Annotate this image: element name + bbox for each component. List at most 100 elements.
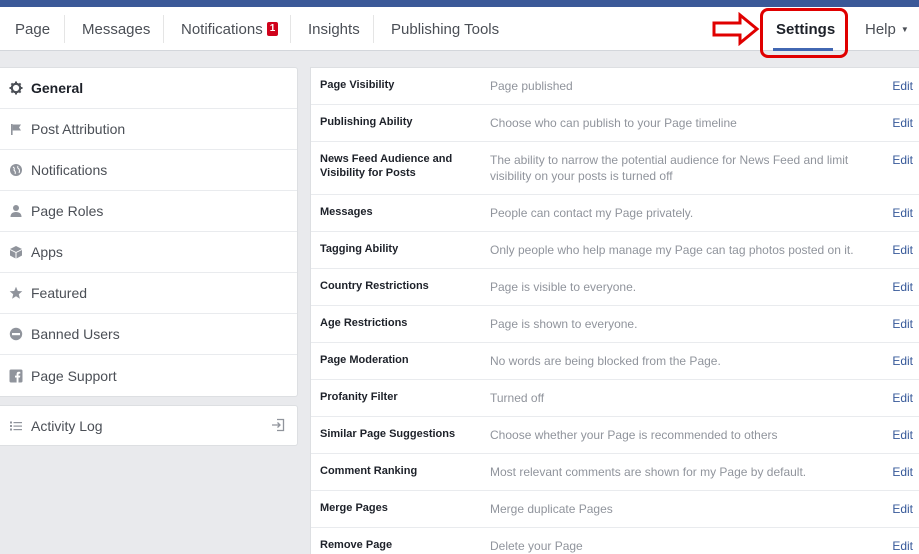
list-icon	[8, 418, 24, 434]
setting-label: Tagging Ability	[320, 243, 399, 255]
nav-divider	[163, 15, 164, 43]
general-settings-table: Page Visibility Page published Edit Publish…	[310, 67, 919, 554]
nav-help[interactable]: Help ▼	[865, 7, 909, 51]
setting-value: Merge duplicate Pages	[490, 502, 613, 516]
edit-link[interactable]: Edit	[892, 390, 913, 406]
settings-row-age-restrictions[interactable]: Age Restrictions Page is shown to everyon…	[311, 306, 919, 343]
setting-value: Delete your Page	[490, 539, 583, 553]
sidebar-item-notifications[interactable]: Notifications	[0, 150, 297, 191]
nav-page[interactable]: Page	[15, 7, 50, 51]
nav-notifications[interactable]: Notifications 1	[181, 7, 279, 51]
nav-divider	[373, 15, 374, 43]
sidebar-item-label: Featured	[31, 285, 88, 301]
setting-label: Page Moderation	[320, 354, 409, 366]
annotation-highlight-box	[760, 8, 848, 58]
cube-icon	[8, 244, 24, 260]
setting-value: Turned off	[490, 391, 545, 405]
notification-count-badge: 1	[266, 22, 279, 36]
setting-value: Page is visible to everyone.	[490, 280, 637, 294]
settings-row-news-feed-audience-and-visibility-for-posts[interactable]: News Feed Audience and Visibility for Po…	[311, 142, 919, 195]
sidebar-item-label: Page Roles	[31, 203, 104, 219]
setting-value: Most relevant comments are shown for my …	[490, 465, 807, 479]
edit-link[interactable]: Edit	[892, 205, 913, 221]
globe-icon	[8, 162, 24, 178]
setting-value: The ability to narrow the potential audi…	[490, 153, 849, 183]
sidebar-item-label: Post Attribution	[31, 121, 126, 137]
setting-value: Choose who can publish to your Page time…	[490, 116, 737, 130]
sidebar-item-page-roles[interactable]: Page Roles	[0, 191, 297, 232]
setting-label: Country Restrictions	[320, 280, 429, 292]
settings-row-merge-pages[interactable]: Merge Pages Merge duplicate Pages Edit	[311, 491, 919, 528]
caret-down-icon: ▼	[900, 24, 909, 34]
sidebar-item-general[interactable]: General	[0, 68, 297, 109]
sidebar-item-activity-log[interactable]: Activity Log	[0, 406, 297, 445]
settings-row-remove-page[interactable]: Remove Page Delete your Page Edit	[311, 528, 919, 554]
annotation-arrow-icon	[712, 12, 760, 46]
sidebar-item-post-attribution[interactable]: Post Attribution	[0, 109, 297, 150]
settings-row-comment-ranking[interactable]: Comment Ranking Most relevant comments ar…	[311, 454, 919, 491]
setting-value: No words are being blocked from the Page…	[490, 354, 721, 368]
edit-link[interactable]: Edit	[892, 464, 913, 480]
flag-icon	[8, 121, 24, 137]
setting-value: Choose whether your Page is recommended …	[490, 428, 778, 442]
top-brand-strip	[0, 0, 919, 7]
sidebar-item-banned-users[interactable]: Banned Users	[0, 314, 297, 355]
nav-notifications-label: Notifications	[181, 20, 263, 38]
activity-log-panel: Activity Log	[0, 405, 298, 446]
settings-row-tagging-ability[interactable]: Tagging Ability Only people who help mana…	[311, 232, 919, 269]
setting-label: Profanity Filter	[320, 391, 398, 403]
sidebar-item-label: Notifications	[31, 162, 108, 178]
edit-link[interactable]: Edit	[892, 316, 913, 332]
setting-label: Comment Ranking	[320, 465, 418, 477]
settings-row-publishing-ability[interactable]: Publishing Ability Choose who can publish…	[311, 105, 919, 142]
setting-value: Page published	[490, 79, 573, 93]
edit-link[interactable]: Edit	[892, 242, 913, 258]
edit-link[interactable]: Edit	[892, 538, 913, 554]
nav-help-label: Help	[865, 20, 896, 38]
settings-row-country-restrictions[interactable]: Country Restrictions Page is visible to e…	[311, 269, 919, 306]
setting-label: Merge Pages	[320, 502, 388, 514]
setting-value: People can contact my Page privately.	[490, 206, 694, 220]
person-icon	[8, 203, 24, 219]
nav-insights[interactable]: Insights	[308, 7, 360, 51]
nav-messages[interactable]: Messages	[82, 7, 150, 51]
facebook-icon	[8, 368, 24, 384]
sidebar-item-label: Banned Users	[31, 326, 120, 342]
settings-row-similar-page-suggestions[interactable]: Similar Page Suggestions Choose whether y…	[311, 417, 919, 454]
star-icon	[8, 285, 24, 301]
sidebar-item-page-support[interactable]: Page Support	[0, 355, 297, 396]
setting-label: Messages	[320, 206, 373, 218]
setting-value: Page is shown to everyone.	[490, 317, 638, 331]
setting-label: Similar Page Suggestions	[320, 428, 456, 440]
sidebar-item-label: Page Support	[31, 367, 117, 384]
edit-link[interactable]: Edit	[892, 78, 913, 94]
ban-icon	[8, 326, 24, 342]
nav-divider	[64, 15, 65, 43]
sidebar-item-label: General	[31, 80, 84, 96]
sidebar-item-featured[interactable]: Featured	[0, 273, 297, 314]
settings-sidebar: General Post Attribution Notifications P…	[0, 67, 298, 397]
setting-label: Age Restrictions	[320, 317, 408, 329]
setting-label: Remove Page	[320, 539, 393, 551]
edit-link[interactable]: Edit	[892, 152, 913, 168]
sidebar-item-label: Apps	[31, 244, 63, 260]
setting-label: News Feed Audience and Visibility for Po…	[320, 153, 453, 179]
edit-link[interactable]: Edit	[892, 353, 913, 369]
nav-divider	[290, 15, 291, 43]
edit-link[interactable]: Edit	[892, 501, 913, 517]
edit-link[interactable]: Edit	[892, 427, 913, 443]
setting-value: Only people who help manage my Page can …	[490, 243, 854, 257]
open-external-icon	[271, 418, 285, 435]
setting-label: Publishing Ability	[320, 116, 413, 128]
gear-icon	[8, 80, 24, 96]
settings-row-page-moderation[interactable]: Page Moderation No words are being blocke…	[311, 343, 919, 380]
settings-row-profanity-filter[interactable]: Profanity Filter Turned off Edit	[311, 380, 919, 417]
edit-link[interactable]: Edit	[892, 279, 913, 295]
setting-label: Page Visibility	[320, 79, 395, 91]
settings-row-page-visibility[interactable]: Page Visibility Page published Edit	[311, 68, 919, 105]
nav-publishing-tools[interactable]: Publishing Tools	[391, 7, 499, 51]
sidebar-item-label: Activity Log	[31, 417, 103, 434]
settings-row-messages[interactable]: Messages People can contact my Page priva…	[311, 195, 919, 232]
edit-link[interactable]: Edit	[892, 115, 913, 131]
sidebar-item-apps[interactable]: Apps	[0, 232, 297, 273]
